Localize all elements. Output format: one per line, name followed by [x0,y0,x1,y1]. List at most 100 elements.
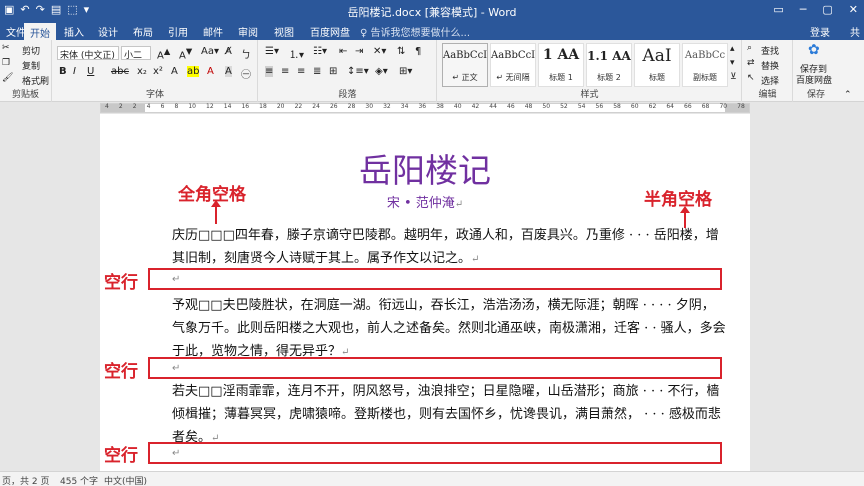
paragraph-1-text: 庆历□□□四年春，滕子京谪守巴陵郡。越明年，政通人和，百废具兴。乃重修 · · … [172,228,719,266]
highlight-icon[interactable]: ab [187,66,200,77]
align-left-icon[interactable]: ≡ [265,66,274,77]
copy-label[interactable]: 复制 [22,59,40,72]
paragraph-2[interactable]: 予观□□夫巴陵胜状，在洞庭一湖。衔远山，吞长江，浩浩汤汤，横无际涯；朝晖 · ·… [172,294,727,364]
font-name-dropdown[interactable]: 宋体 (中文正) [57,46,119,61]
tab-design[interactable]: 设计 [98,24,118,39]
styles-scroll-down-icon[interactable]: ▾ [730,58,735,68]
bold-icon[interactable]: B [59,66,67,77]
underline-icon[interactable]: U [87,66,94,77]
text-effects-icon[interactable]: A [171,66,178,77]
chinese-layout-icon[interactable]: ✕▾ [373,46,386,57]
replace-label[interactable]: 替换 [761,59,779,72]
ribbon-display-icon[interactable]: ▭ [773,3,783,16]
paragraph-1[interactable]: 庆历□□□四年春，滕子京谪守巴陵郡。越明年，政通人和，百废具兴。乃重修 · · … [172,224,727,271]
ruler-number: 8 [174,103,179,110]
find-icon[interactable]: ⌕ [747,43,752,53]
styles-more-icon[interactable]: ⊻ [730,72,737,82]
tab-review[interactable]: 审阅 [238,24,258,39]
empty-line-box[interactable]: ↵ [148,268,722,290]
document-page[interactable]: 岳阳楼记 宋 • 范仲淹↵ 庆历□□□四年春，滕子京谪守巴陵郡。越明年，政通人和… [100,114,750,471]
tab-file[interactable]: 文件 [6,24,26,39]
change-case-icon[interactable]: Aa▾ [201,46,219,57]
vertical-scrollbar[interactable] [848,114,864,471]
empty-line-box[interactable]: ↵ [148,442,722,464]
maximize-button[interactable]: ▢ [822,3,832,16]
baidu-netdisk-icon[interactable]: ✿ [808,42,820,58]
tab-view[interactable]: 视图 [274,24,294,39]
login-link[interactable]: 登录 [810,24,830,39]
paragraph-3[interactable]: 若夫□□淫雨霏霏，连月不开，阴风怒号，浊浪排空；日星隐曜，山岳潜形；商旅 · ·… [172,380,727,450]
empty-line-box[interactable]: ↵ [148,357,722,379]
bullets-icon[interactable]: ☰▾ [265,46,279,57]
empty-line-annotation: 空行 [104,446,138,466]
align-center-icon[interactable]: ≡ [281,66,289,77]
replace-icon[interactable]: ⇄ [747,58,755,68]
tell-me-search[interactable]: ♀ 告诉我您想要做什么... [360,24,470,39]
enclose-char-icon[interactable]: ㊀ [241,66,251,81]
tab-mailings[interactable]: 邮件 [203,24,223,39]
superscript-icon[interactable]: x² [153,66,163,77]
half-width-arrow-head [680,206,690,213]
select-icon[interactable]: ↖ [747,73,755,83]
align-right-icon[interactable]: ≡ [297,66,305,77]
subscript-icon[interactable]: x₂ [137,66,147,77]
shading-icon[interactable]: ◈▾ [375,66,388,77]
increase-indent-icon[interactable]: ⇥ [355,46,363,57]
ruler-number: 42 [471,103,480,110]
ruler-number: 32 [383,103,391,110]
justify-icon[interactable]: ≣ [313,66,321,77]
tab-insert[interactable]: 插入 [64,24,84,39]
strikethrough-icon[interactable]: abc [111,66,129,77]
show-marks-icon[interactable]: ¶ [415,46,421,57]
ruler-number: 18 [259,103,267,110]
find-label[interactable]: 查找 [761,44,779,57]
format-painter-label[interactable]: 格式刷 [22,74,49,87]
style-no-spacing[interactable]: AaBbCcI ↵ 无间隔 [490,43,536,87]
distributed-icon[interactable]: ⊞ [329,66,337,77]
close-button[interactable]: ✕ [849,3,858,16]
format-painter-icon[interactable]: 🖌 [2,73,13,83]
copy-icon[interactable]: ❐ [2,58,10,68]
language-indicator[interactable]: 中文(中国) [104,474,147,486]
style-heading-2[interactable]: 1.1 AA 标题 2 [586,43,632,87]
tab-baidu-netdisk[interactable]: 百度网盘 [310,24,350,39]
font-size-dropdown[interactable]: 小二 [121,46,151,61]
phonetic-guide-icon[interactable]: ㄅ [241,46,251,61]
clear-format-icon[interactable]: A̸ [225,46,232,57]
ruler-number: 36 [418,103,427,110]
style-title[interactable]: AaI 标题 [634,43,680,87]
save-to-label-2[interactable]: 百度网盘 [796,73,832,86]
page-count[interactable]: 页，共 2 页 [2,474,49,486]
numbering-icon[interactable]: ⒈▾ [289,46,304,61]
share-button[interactable]: 共 [850,24,860,39]
decrease-indent-icon[interactable]: ⇤ [339,46,347,57]
line-spacing-icon[interactable]: ↕≡▾ [347,66,369,77]
tab-home[interactable]: 开始 [24,23,56,40]
ruler-number: 38 [436,103,444,110]
ruler-number: 34 [400,103,409,110]
font-color-icon[interactable]: A [207,66,214,77]
shrink-font-icon[interactable]: A▼ [179,46,192,61]
ruler-number: 60 [630,103,639,110]
borders-icon[interactable]: ⊞▾ [399,66,412,77]
select-label[interactable]: 选择 [761,74,779,87]
style-no-spacing-sample: AaBbCcI [491,50,536,61]
tab-layout[interactable]: 布局 [133,24,153,39]
grow-font-icon[interactable]: A▲ [157,46,170,61]
char-shading-icon[interactable]: A [225,66,232,77]
collapse-ribbon-icon[interactable]: ⌃ [844,90,852,100]
multilevel-list-icon[interactable]: ☷▾ [313,46,327,57]
full-width-arrow-head [211,200,221,207]
style-subtitle[interactable]: AaBbCc 副标题 [682,43,728,87]
cut-icon[interactable]: ✂ [2,43,10,53]
italic-icon[interactable]: I [73,66,76,77]
word-count[interactable]: 455 个字 [60,474,98,486]
sort-icon[interactable]: ⇅ [397,46,405,57]
minimize-button[interactable]: ─ [800,3,807,16]
tab-references[interactable]: 引用 [168,24,188,39]
styles-scroll-up-icon[interactable]: ▴ [730,44,735,54]
style-heading-1[interactable]: 1 AA 标题 1 [538,43,584,87]
horizontal-ruler[interactable]: 4 2 2 4 6 8 10 12 14 16 18 20 22 24 26 28 30 32 34 36 38 40 42… [100,103,750,113]
cut-label[interactable]: 剪切 [22,44,40,57]
style-normal[interactable]: AaBbCcI ↵ 正文 [442,43,488,87]
